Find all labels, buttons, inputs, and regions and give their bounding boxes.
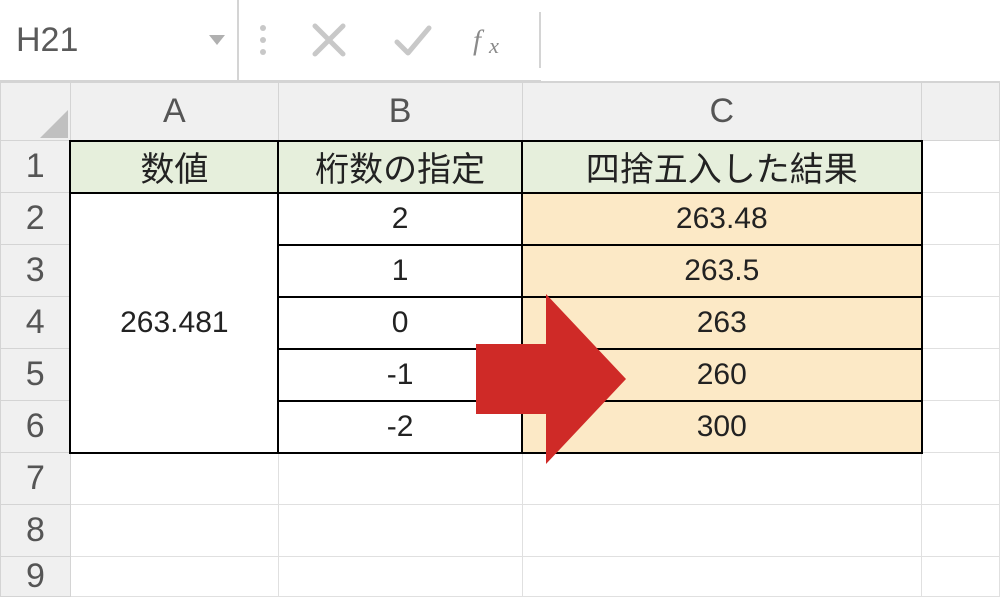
cell-B9[interactable] xyxy=(278,557,522,597)
cell-C8[interactable] xyxy=(522,505,922,557)
cell-D7[interactable] xyxy=(922,453,1000,505)
column-header-B[interactable]: B xyxy=(278,83,522,141)
insert-function-button[interactable]: f x xyxy=(455,0,539,81)
cell-B3[interactable]: 1 xyxy=(278,245,522,297)
cell-C3[interactable]: 263.5 xyxy=(522,245,922,297)
row-header-4[interactable]: 4 xyxy=(1,297,71,349)
cell-D8[interactable] xyxy=(922,505,1000,557)
cell-A1[interactable]: 数値 xyxy=(70,141,278,193)
formula-input[interactable] xyxy=(541,0,1000,81)
cell-A9[interactable] xyxy=(70,557,278,597)
row-header-5[interactable]: 5 xyxy=(1,349,71,401)
row-header-3[interactable]: 3 xyxy=(1,245,71,297)
check-icon xyxy=(393,20,433,60)
svg-text:x: x xyxy=(488,33,499,58)
cell-D1[interactable] xyxy=(922,141,1000,193)
cell-C4[interactable]: 263 xyxy=(522,297,922,349)
cell-D9[interactable] xyxy=(922,557,1000,597)
row-header-8[interactable]: 8 xyxy=(1,505,71,557)
cell-A8[interactable] xyxy=(70,505,278,557)
name-box[interactable]: H21 xyxy=(0,0,239,81)
cell-C2[interactable]: 263.48 xyxy=(522,193,922,245)
cell-B4[interactable]: 0 xyxy=(278,297,522,349)
row-header-1[interactable]: 1 xyxy=(1,141,71,193)
name-box-value: H21 xyxy=(16,21,78,60)
svg-text:f: f xyxy=(473,25,485,57)
cell-D5[interactable] xyxy=(922,349,1000,401)
cell-D2[interactable] xyxy=(922,193,1000,245)
cell-C6[interactable]: 300 xyxy=(522,401,922,453)
cell-B5[interactable]: -1 xyxy=(278,349,522,401)
cancel-button[interactable] xyxy=(287,0,371,81)
cell-B6[interactable]: -2 xyxy=(278,401,522,453)
row-header-6[interactable]: 6 xyxy=(1,401,71,453)
column-header-C[interactable]: C xyxy=(522,83,922,141)
cell-D4[interactable] xyxy=(922,297,1000,349)
enter-button[interactable] xyxy=(371,0,455,81)
vertical-dots-icon xyxy=(239,0,288,81)
column-header-A[interactable]: A xyxy=(70,83,278,141)
formula-bar: H21 f x xyxy=(0,0,1000,82)
row-header-9[interactable]: 9 xyxy=(1,557,71,597)
cell-B8[interactable] xyxy=(278,505,522,557)
cell-C5[interactable]: 260 xyxy=(522,349,922,401)
cell-C9[interactable] xyxy=(522,557,922,597)
row-header-2[interactable]: 2 xyxy=(1,193,71,245)
row-header-7[interactable]: 7 xyxy=(1,453,71,505)
chevron-down-icon[interactable] xyxy=(209,35,225,45)
spreadsheet-grid: A B C 1 数値 桁数の指定 四捨五入した結果 2 263.481 2 26… xyxy=(0,82,1000,597)
x-icon xyxy=(309,20,349,60)
cell-B7[interactable] xyxy=(278,453,522,505)
cell-A-merged[interactable]: 263.481 xyxy=(70,193,278,453)
column-header-next[interactable] xyxy=(922,83,1000,141)
formula-bar-buttons: f x xyxy=(287,0,539,81)
cell-A7[interactable] xyxy=(70,453,278,505)
cell-D3[interactable] xyxy=(922,245,1000,297)
cell-B1[interactable]: 桁数の指定 xyxy=(278,141,522,193)
cell-C7[interactable] xyxy=(522,453,922,505)
select-all-corner[interactable] xyxy=(1,83,71,141)
cells-table: A B C 1 数値 桁数の指定 四捨五入した結果 2 263.481 2 26… xyxy=(0,82,1000,597)
cell-B2[interactable]: 2 xyxy=(278,193,522,245)
cell-C1[interactable]: 四捨五入した結果 xyxy=(522,141,922,193)
fx-icon: f x xyxy=(473,20,521,60)
cell-D6[interactable] xyxy=(922,401,1000,453)
